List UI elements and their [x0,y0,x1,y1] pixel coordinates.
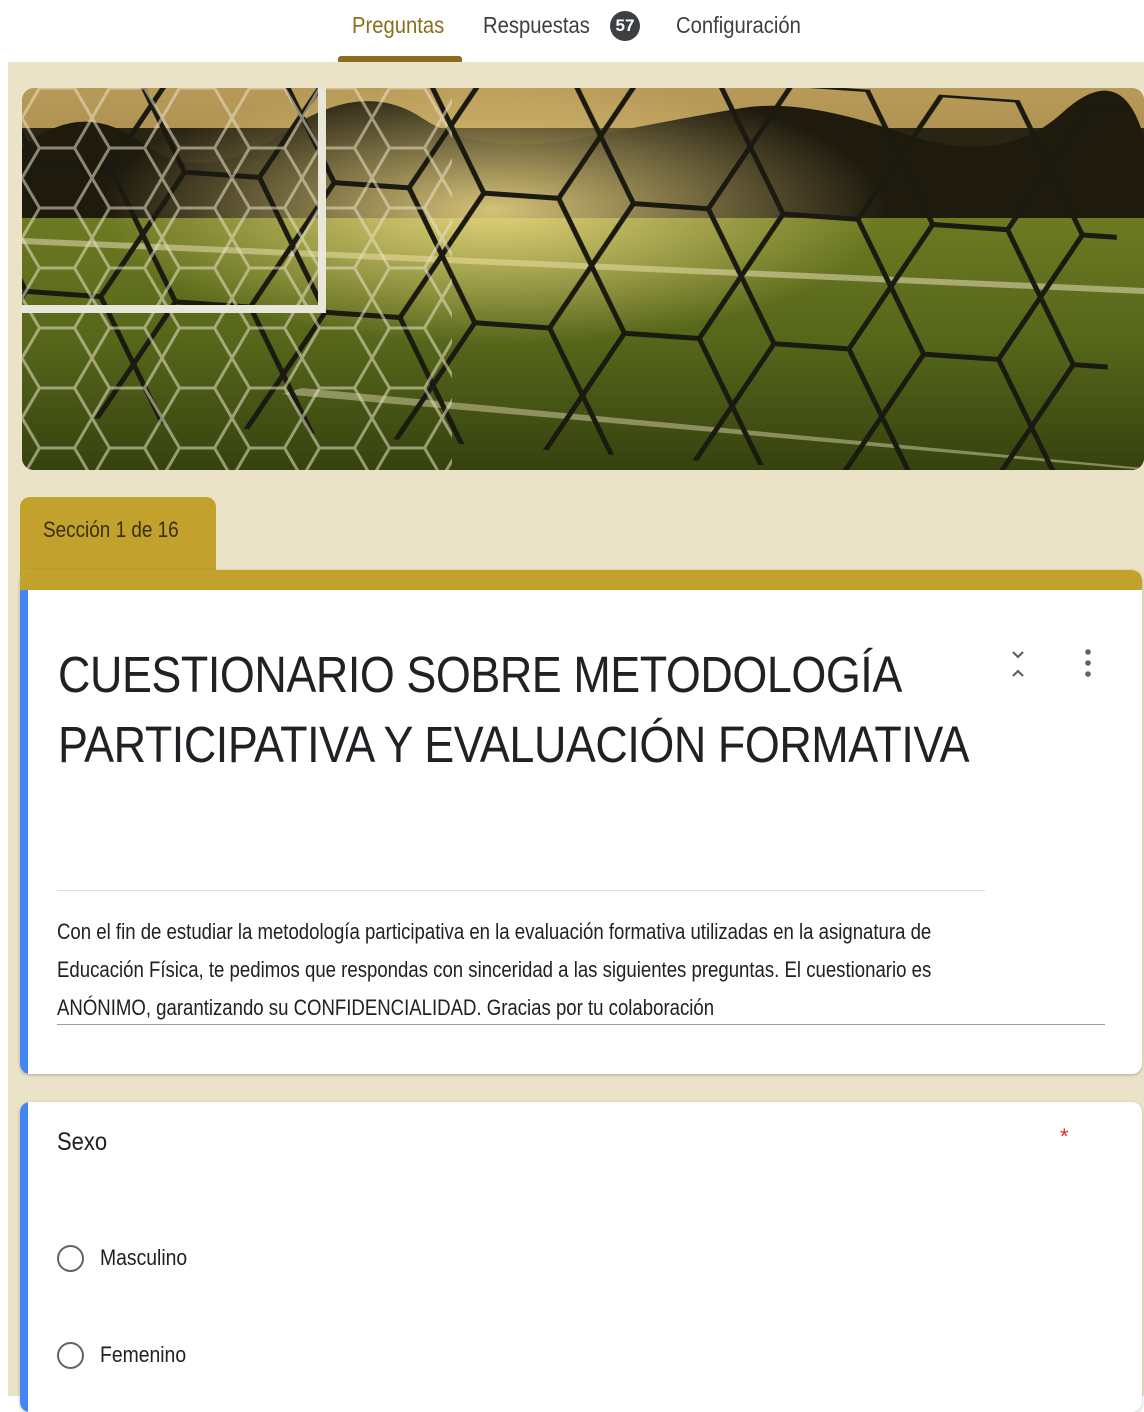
form-title-line-2: PARTICIPATIVA Y EVALUACIÓN FORMATIVA [58,716,970,773]
radio-option-label: Femenino [100,1342,187,1367]
radio-button[interactable] [57,1245,84,1272]
question-card[interactable] [20,1102,1142,1412]
responses-count-badge: 57 [610,11,640,41]
header-banner-image [22,88,1144,470]
collapse-icon[interactable] [1005,646,1031,682]
description-underline [57,1024,1105,1025]
description-line-3: ANÓNIMO, garantizando su CONFIDENCIALIDA… [57,995,715,1020]
form-description[interactable]: Con el fin de estudiar la metodología pa… [57,913,1029,1027]
card-top-accent [20,570,1142,590]
top-navigation: Preguntas Respuestas 57 Configuración [0,0,1144,62]
tab-respuestas[interactable]: Respuestas [483,12,590,39]
required-asterisk: * [1060,1124,1069,1149]
section-label: Sección 1 de 16 [43,517,179,542]
form-title-line-1: CUESTIONARIO SOBRE METODOLOGÍA [58,646,902,703]
tab-configuracion[interactable]: Configuración [676,12,801,39]
question-focus-indicator [20,1102,28,1412]
description-line-2: Educación Física, te pedimos que respond… [57,957,932,982]
focus-indicator [20,590,28,1074]
form-title[interactable]: CUESTIONARIO SOBRE METODOLOGÍA PARTICIPA… [58,640,970,780]
radio-button[interactable] [57,1342,84,1369]
radio-option-label: Masculino [100,1245,188,1270]
description-line-1: Con el fin de estudiar la metodología pa… [57,919,932,944]
title-divider [57,890,985,891]
tab-preguntas[interactable]: Preguntas [352,12,444,39]
question-title: Sexo [57,1128,108,1156]
more-vert-icon[interactable] [1078,646,1098,682]
